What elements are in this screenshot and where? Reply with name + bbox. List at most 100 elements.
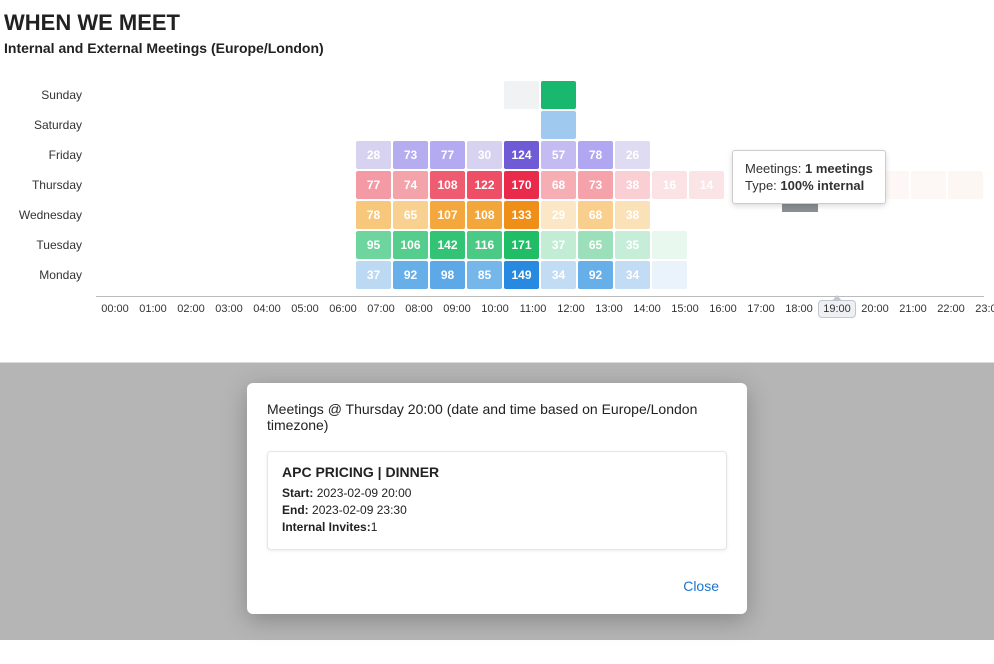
heatmap-cell[interactable]: 171 (504, 231, 539, 259)
heatmap-cell[interactable]: 34 (615, 261, 650, 289)
heatmap-cell[interactable]: 38 (615, 171, 650, 199)
heatmap-cell (837, 231, 872, 259)
heatmap-cell (245, 231, 280, 259)
heatmap-cell (726, 231, 761, 259)
x-axis-tick: 05:00 (286, 303, 324, 318)
tooltip-value-meetings: 1 meetings (805, 161, 873, 176)
x-axis-tick: 01:00 (134, 303, 172, 318)
heatmap-cell[interactable]: 26 (615, 141, 650, 169)
heatmap-cell[interactable]: 142 (430, 231, 465, 259)
heatmap-cell[interactable]: 30 (467, 141, 502, 169)
heatmap-cell (282, 81, 317, 109)
heatmap-cell[interactable] (652, 261, 687, 289)
heatmap-cell[interactable]: 108 (430, 171, 465, 199)
heatmap-cell[interactable]: 34 (541, 261, 576, 289)
heatmap-cell[interactable] (504, 81, 539, 109)
heatmap-cell (615, 111, 650, 139)
heatmap-cell (874, 201, 909, 229)
x-axis-tick: 18:00 (780, 303, 818, 318)
heatmap-cell (393, 111, 428, 139)
heatmap-cell (911, 111, 946, 139)
heatmap-cell[interactable]: 14 (689, 171, 724, 199)
heatmap-cell[interactable] (948, 171, 983, 199)
heatmap-cell[interactable]: 92 (393, 261, 428, 289)
tooltip-label-type: Type: (745, 178, 777, 193)
y-axis-labels: SundaySaturdayFridayThursdayWednesdayTue… (0, 80, 88, 290)
heatmap-cell (208, 141, 243, 169)
heatmap-row (96, 110, 984, 140)
meeting-end-value: 2023-02-09 23:30 (312, 503, 407, 517)
heatmap-cell[interactable]: 77 (356, 171, 391, 199)
y-axis-label: Sunday (0, 80, 88, 110)
heatmap-cell[interactable]: 65 (578, 231, 613, 259)
heatmap-cell[interactable]: 106 (393, 231, 428, 259)
heatmap-cell[interactable]: 116 (467, 231, 502, 259)
heatmap-cell[interactable]: 68 (541, 171, 576, 199)
heatmap-cell[interactable]: 122 (467, 171, 502, 199)
modal-overlay[interactable]: Meetings @ Thursday 20:00 (date and time… (0, 363, 994, 640)
heatmap-cell (615, 81, 650, 109)
heatmap-cell (208, 201, 243, 229)
heatmap-cell (319, 81, 354, 109)
heatmap-cell[interactable]: 28 (356, 141, 391, 169)
x-axis-tick: 21:00 (894, 303, 932, 318)
heatmap-cell[interactable] (911, 171, 946, 199)
heatmap-cell[interactable]: 108 (467, 201, 502, 229)
heatmap-cell[interactable]: 37 (541, 231, 576, 259)
heatmap-cell (467, 111, 502, 139)
heatmap-cell[interactable]: 95 (356, 231, 391, 259)
heatmap-cell (208, 231, 243, 259)
y-axis-label: Wednesday (0, 200, 88, 230)
y-axis-label: Saturday (0, 110, 88, 140)
x-axis-tick: 15:00 (666, 303, 704, 318)
heatmap-cell (97, 231, 132, 259)
heatmap-cell[interactable]: 37 (356, 261, 391, 289)
heatmap-cell[interactable] (652, 231, 687, 259)
hover-tooltip: Meetings: 1 meetings Type: 100% internal (732, 150, 886, 204)
heatmap-cell (356, 81, 391, 109)
heatmap-cell (245, 111, 280, 139)
heatmap-cell (134, 141, 169, 169)
heatmap-cell[interactable]: 78 (578, 141, 613, 169)
heatmap-cell[interactable]: 92 (578, 261, 613, 289)
heatmap-cell[interactable]: 38 (615, 201, 650, 229)
heatmap-cell[interactable]: 149 (504, 261, 539, 289)
heatmap-cell (837, 261, 872, 289)
heatmap-cell[interactable]: 16 (652, 171, 687, 199)
x-axis-tick: 08:00 (400, 303, 438, 318)
heatmap-cell[interactable]: 73 (578, 171, 613, 199)
heatmap-cell (97, 261, 132, 289)
close-button[interactable]: Close (675, 572, 727, 600)
heatmap-cell (171, 171, 206, 199)
heatmap-cell[interactable] (541, 81, 576, 109)
heatmap-cell[interactable]: 85 (467, 261, 502, 289)
heatmap-cell[interactable]: 98 (430, 261, 465, 289)
heatmap-cell[interactable]: 73 (393, 141, 428, 169)
heatmap-cell[interactable]: 35 (615, 231, 650, 259)
heatmap-cell[interactable]: 68 (578, 201, 613, 229)
heatmap-cell[interactable]: 57 (541, 141, 576, 169)
heatmap-cell[interactable]: 78 (356, 201, 391, 229)
heatmap-cell[interactable]: 77 (430, 141, 465, 169)
heatmap-cell (726, 81, 761, 109)
heatmap-cell[interactable]: 170 (504, 171, 539, 199)
heatmap-cell (134, 81, 169, 109)
heatmap-cell (652, 81, 687, 109)
x-axis-tick: 22:00 (932, 303, 970, 318)
heatmap-cell (97, 81, 132, 109)
heatmap-cell (319, 111, 354, 139)
heatmap-cell (393, 81, 428, 109)
heatmap-cell[interactable]: 74 (393, 171, 428, 199)
heatmap-cell[interactable]: 29 (541, 201, 576, 229)
heatmap-cell (578, 111, 613, 139)
heatmap-row: 7865107108133296838 (96, 200, 984, 230)
heatmap-cell[interactable]: 133 (504, 201, 539, 229)
heatmap-cell[interactable]: 107 (430, 201, 465, 229)
y-axis-label: Friday (0, 140, 88, 170)
heatmap-cell[interactable]: 65 (393, 201, 428, 229)
heatmap-cell (282, 201, 317, 229)
heatmap-cell (319, 171, 354, 199)
heatmap-cell (874, 111, 909, 139)
heatmap-cell[interactable]: 124 (504, 141, 539, 169)
heatmap-cell[interactable] (541, 111, 576, 139)
